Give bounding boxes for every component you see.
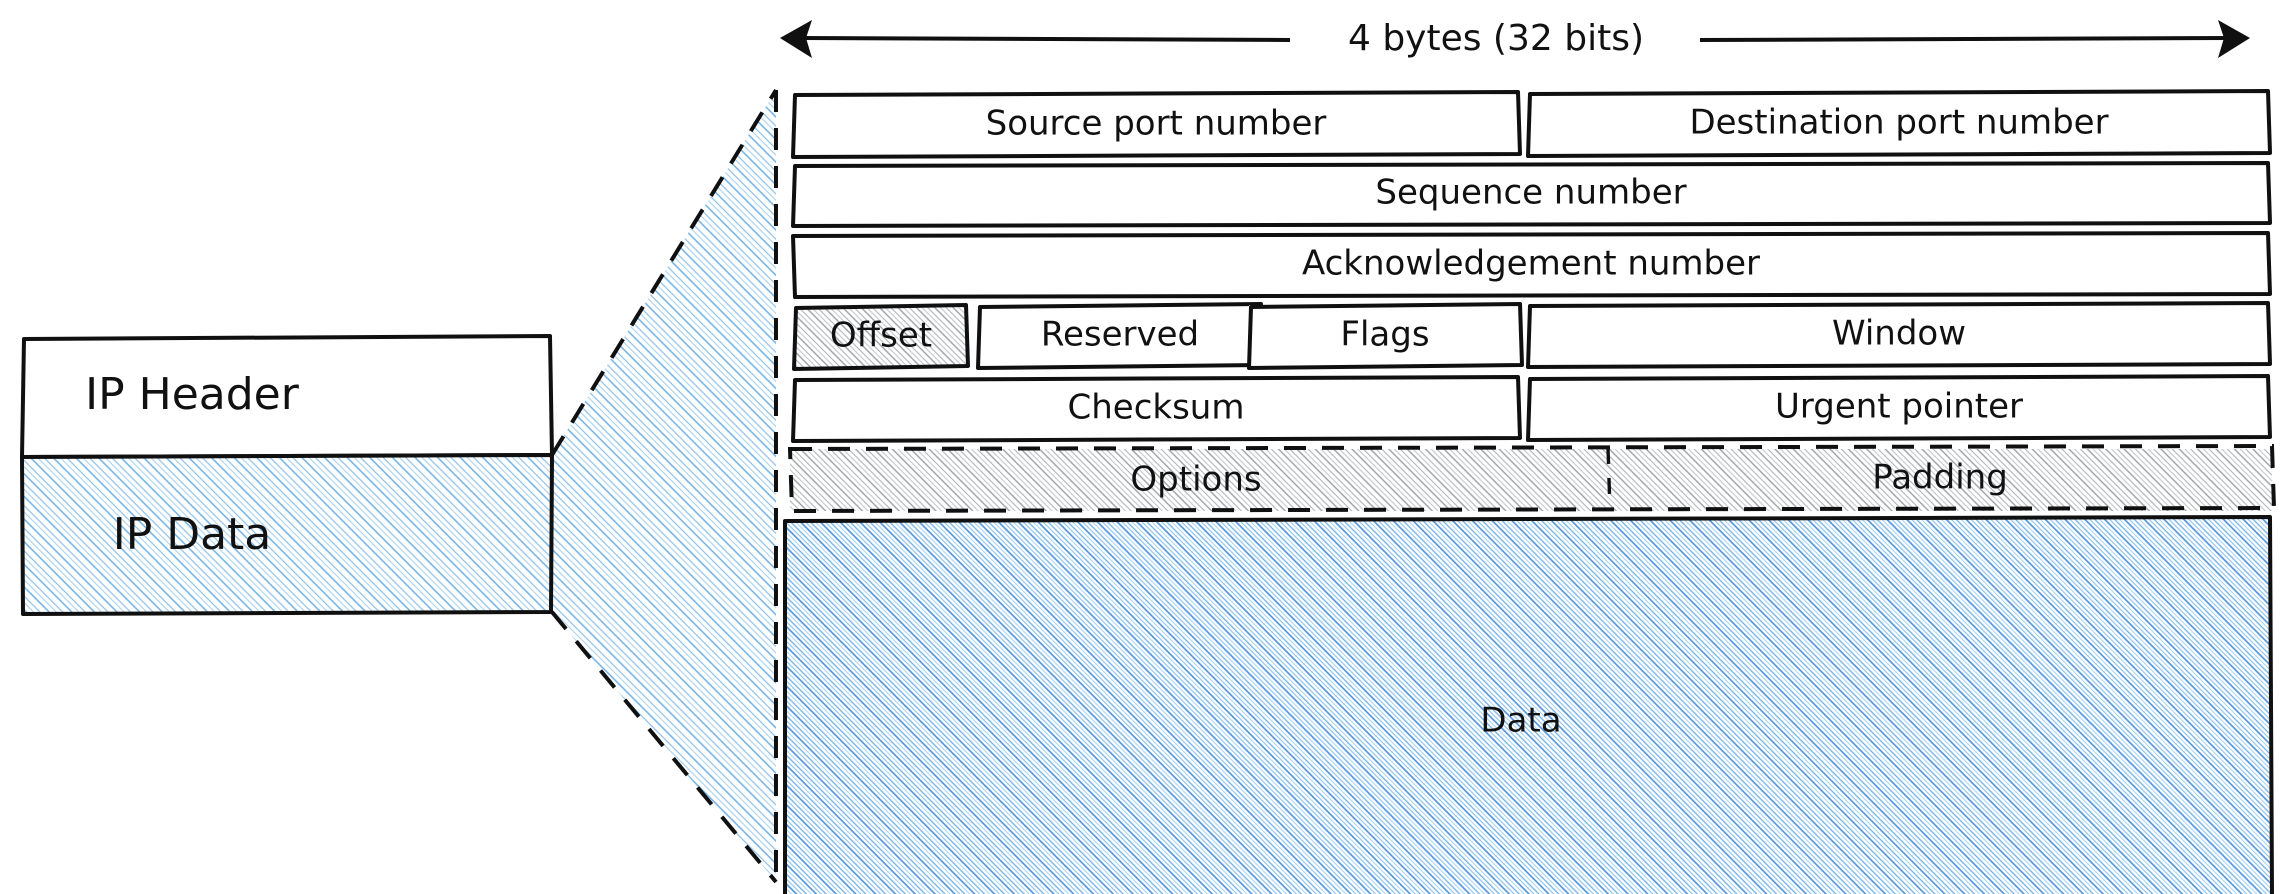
tcp-row-options-padding xyxy=(787,443,2277,514)
cell-acknowledgement-number-label: Acknowledgement number xyxy=(1302,244,1760,284)
ip-data-block xyxy=(22,457,552,612)
ip-header-label: IP Header xyxy=(85,369,300,420)
cell-window-label: Window xyxy=(1832,314,1966,354)
cell-options-label: Options xyxy=(1130,460,1261,500)
diagram-canvas: 4 bytes (32 bits) IP Header IP Data Sour… xyxy=(0,0,2289,894)
cell-flags-label: Flags xyxy=(1340,315,1429,355)
cell-data-label: Data xyxy=(1480,701,1561,741)
cell-checksum-label: Checksum xyxy=(1068,388,1245,428)
cell-offset-label: Offset xyxy=(830,316,932,356)
cell-padding-label: Padding xyxy=(1872,458,2008,498)
cell-urgent-pointer-label: Urgent pointer xyxy=(1775,387,2023,427)
cell-sequence-number-label: Sequence number xyxy=(1375,173,1686,213)
cell-destination-port-label: Destination port number xyxy=(1689,103,2108,143)
ip-data-label: IP Data xyxy=(113,509,272,560)
cell-reserved-label: Reserved xyxy=(1041,315,1199,355)
tcp-row-checksum-urgent xyxy=(791,374,2272,443)
cell-source-port-label: Source port number xyxy=(986,104,1327,144)
tcp-row-offset-reserved-flags-window xyxy=(792,301,2272,371)
expansion-funnel xyxy=(550,88,778,884)
width-label: 4 bytes (32 bits) xyxy=(1348,18,1644,59)
